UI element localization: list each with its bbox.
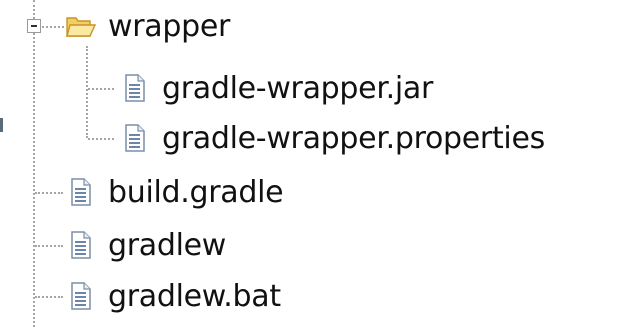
- text-file-icon: [120, 123, 150, 153]
- text-file-icon: [66, 230, 96, 260]
- tree-connector: [86, 46, 88, 138]
- tree-node-label: gradle-wrapper.jar: [162, 70, 433, 106]
- tree-node-label: gradle-wrapper.properties: [162, 120, 545, 156]
- tree-connector: [88, 138, 114, 140]
- tree-node-label: gradlew.bat: [108, 278, 281, 314]
- tree-node-gradlew[interactable]: gradlew: [66, 222, 226, 268]
- tree-node-label: build.gradle: [108, 174, 284, 210]
- open-folder-icon: [66, 11, 96, 41]
- tree-node-gradlew-bat[interactable]: gradlew.bat: [66, 273, 281, 319]
- text-file-icon: [66, 281, 96, 311]
- tree-connector: [35, 296, 63, 298]
- tree-node-label: gradlew: [108, 227, 227, 263]
- project-tree: wrapper gradle-wrapper.jar gradle-wrappe…: [0, 0, 620, 327]
- text-file-icon: [66, 177, 96, 207]
- text-file-icon: [120, 73, 150, 103]
- tree-edge-marker: [0, 118, 3, 132]
- tree-node-wrapper[interactable]: wrapper: [66, 3, 230, 49]
- tree-node-gradle-wrapper-jar[interactable]: gradle-wrapper.jar: [120, 65, 433, 111]
- tree-connector: [35, 192, 63, 194]
- tree-node-gradle-wrapper-properties[interactable]: gradle-wrapper.properties: [120, 115, 545, 161]
- tree-node-label: wrapper: [108, 8, 231, 44]
- tree-connector: [35, 245, 63, 247]
- tree-connector: [33, 0, 35, 327]
- tree-connector: [88, 88, 114, 90]
- collapse-toggle-icon[interactable]: [27, 19, 41, 33]
- tree-node-build-gradle[interactable]: build.gradle: [66, 169, 284, 215]
- tree-connector: [42, 26, 64, 28]
